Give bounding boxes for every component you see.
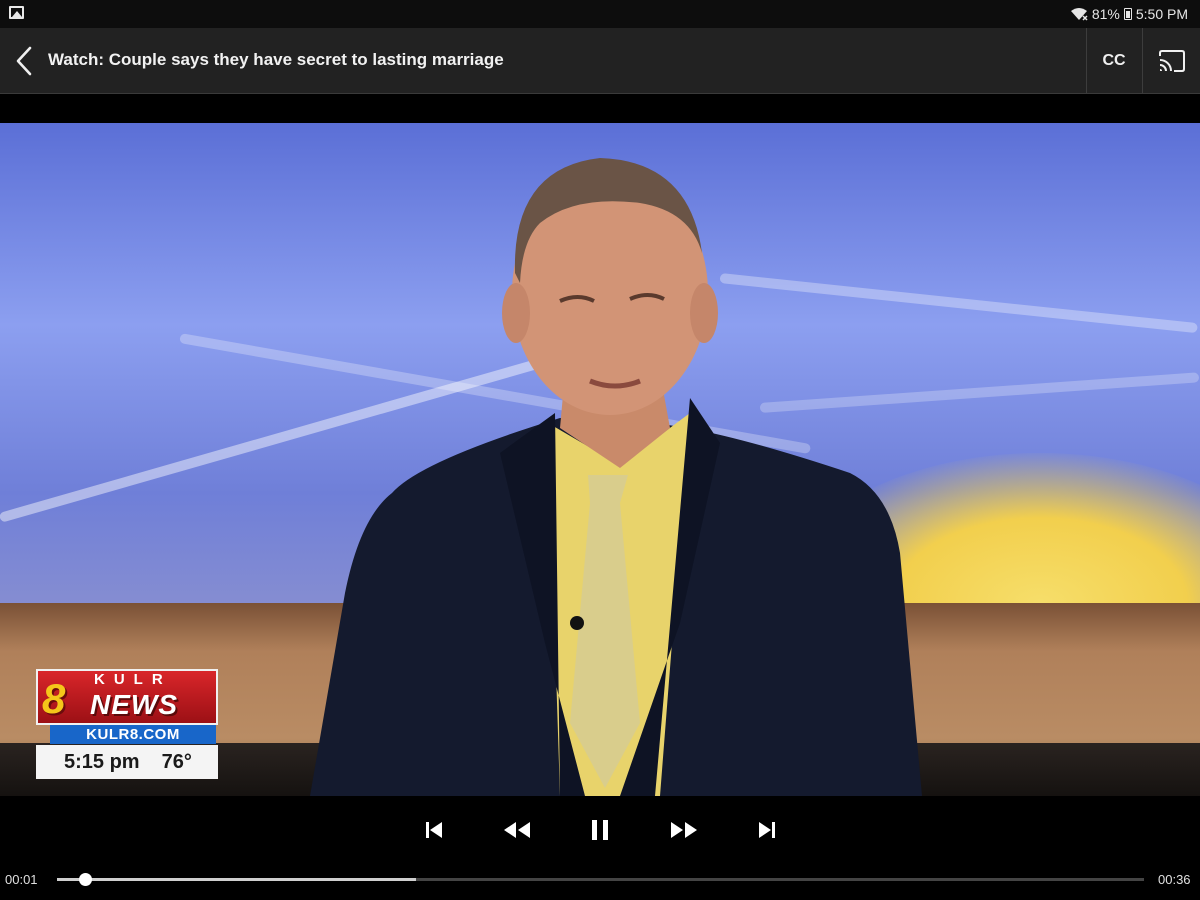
fast-forward-icon bbox=[671, 822, 697, 838]
clock-temp-bar: 5:15 pm 76° bbox=[36, 745, 218, 779]
onscreen-temperature: 76° bbox=[161, 750, 192, 773]
rewind-icon bbox=[504, 822, 530, 838]
logo-channel-number: 8 bbox=[42, 675, 66, 722]
battery-icon bbox=[1123, 8, 1132, 20]
gallery-notification-icon bbox=[9, 6, 24, 19]
seek-bar[interactable] bbox=[57, 873, 1144, 886]
chevron-left-icon bbox=[16, 46, 32, 76]
app-bar: Watch: Couple says they have secret to l… bbox=[0, 28, 1200, 94]
seek-thumb[interactable] bbox=[79, 873, 93, 886]
current-time: 00:01 bbox=[5, 872, 38, 887]
skip-previous-icon bbox=[426, 822, 442, 838]
pause-icon bbox=[592, 820, 608, 840]
cast-icon bbox=[1158, 49, 1185, 72]
player-controls: 00:01 00:36 bbox=[0, 796, 1200, 900]
logo-news: NEWS bbox=[90, 689, 178, 720]
station-logo: KULR 8 NEWS KULR8.COM 5:15 pm 76° bbox=[36, 669, 218, 781]
logo-banner: KULR 8 NEWS bbox=[36, 669, 218, 725]
seek-buffered bbox=[57, 878, 416, 881]
back-button[interactable] bbox=[8, 42, 40, 80]
video-frame[interactable]: KULR 8 NEWS KULR8.COM 5:15 pm 76° bbox=[0, 123, 1200, 796]
battery-percent: 81% bbox=[1091, 6, 1120, 22]
video-title: Watch: Couple says they have secret to l… bbox=[48, 50, 504, 69]
duration: 00:36 bbox=[1158, 872, 1191, 887]
status-bar: 81% 5:50 PM bbox=[0, 0, 1200, 28]
onscreen-clock: 5:15 pm bbox=[64, 750, 140, 773]
closed-captions-button[interactable]: CC bbox=[1087, 28, 1141, 93]
wifi-icon bbox=[1070, 8, 1088, 21]
logo-call-letters: KULR bbox=[94, 671, 172, 688]
skip-next-button[interactable] bbox=[745, 816, 789, 844]
rewind-button[interactable] bbox=[495, 816, 539, 844]
cast-button[interactable] bbox=[1143, 28, 1200, 93]
station-website: KULR8.COM bbox=[50, 725, 216, 744]
status-indicators: 81% 5:50 PM bbox=[1070, 5, 1188, 23]
pause-button[interactable] bbox=[578, 816, 622, 844]
status-time: 5:50 PM bbox=[1135, 6, 1188, 22]
fast-forward-button[interactable] bbox=[662, 816, 706, 844]
skip-next-icon bbox=[759, 822, 775, 838]
skip-previous-button[interactable] bbox=[412, 816, 456, 844]
